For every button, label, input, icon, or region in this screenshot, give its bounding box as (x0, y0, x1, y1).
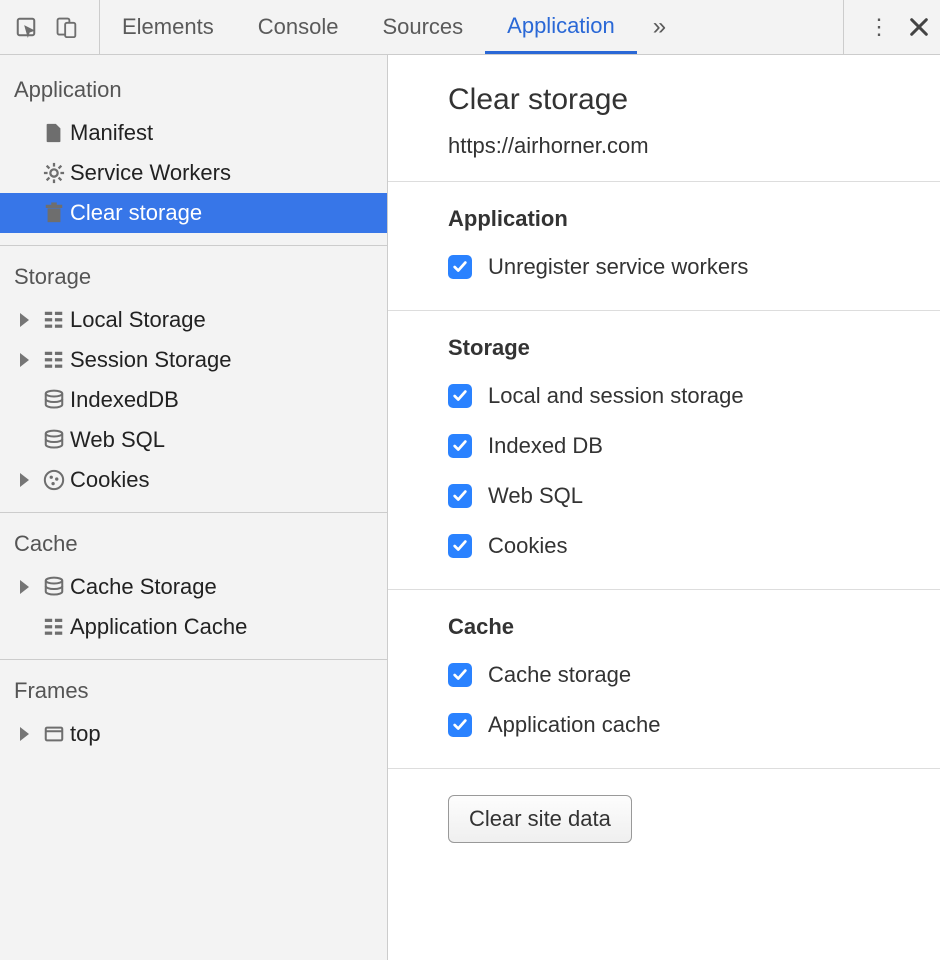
group-title: Cache (448, 614, 940, 640)
sidebar-item-label: Application Cache (70, 614, 247, 640)
check-label: Cookies (488, 533, 567, 559)
grid-icon (38, 349, 70, 371)
panel-title: Clear storage (448, 83, 940, 117)
sidebar-item-label: Web SQL (70, 427, 165, 453)
database-icon (38, 429, 70, 451)
check-web-sql: Web SQL (448, 483, 940, 509)
check-cookies: Cookies (448, 533, 940, 559)
sidebar-item-top-frame[interactable]: top (0, 714, 387, 754)
grid-icon (38, 616, 70, 638)
sidebar-item-cookies[interactable]: Cookies (0, 460, 387, 500)
sidebar-item-label: Local Storage (70, 307, 206, 333)
sidebar-item-label: Session Storage (70, 347, 231, 373)
check-application-cache: Application cache (448, 712, 940, 738)
check-label: Application cache (488, 712, 660, 738)
sidebar-section-cache: Cache (0, 513, 387, 567)
panel-origin: https://airhorner.com (448, 133, 940, 159)
devtools-menu-icon[interactable]: ⋮ (860, 16, 898, 38)
device-toggle-icon[interactable] (55, 16, 77, 38)
sidebar-item-application-cache[interactable]: Application Cache (0, 607, 387, 647)
sidebar-item-manifest[interactable]: Manifest (0, 113, 387, 153)
checkbox[interactable] (448, 484, 472, 508)
check-label: Web SQL (488, 483, 583, 509)
frame-icon (38, 723, 70, 745)
database-icon (38, 389, 70, 411)
checkbox[interactable] (448, 384, 472, 408)
close-devtools-icon[interactable] (908, 16, 930, 38)
checkbox[interactable] (448, 534, 472, 558)
sidebar-item-label: Clear storage (70, 200, 202, 226)
check-label: Unregister service workers (488, 254, 748, 280)
check-label: Local and session storage (488, 383, 744, 409)
sidebar-item-service-workers[interactable]: Service Workers (0, 153, 387, 193)
expand-arrow-icon[interactable] (20, 473, 29, 487)
inspect-element-icon[interactable] (15, 16, 37, 38)
cookie-icon (38, 469, 70, 491)
sidebar-item-label: IndexedDB (70, 387, 179, 413)
check-unregister-service-workers: Unregister service workers (448, 254, 940, 280)
sidebar-item-label: Manifest (70, 120, 153, 146)
group-storage: Storage Local and session storage Indexe… (388, 311, 940, 590)
expand-arrow-icon[interactable] (20, 353, 29, 367)
check-local-session-storage: Local and session storage (448, 383, 940, 409)
sidebar-item-cache-storage[interactable]: Cache Storage (0, 567, 387, 607)
group-title: Application (448, 206, 940, 232)
check-label: Indexed DB (488, 433, 603, 459)
clear-site-data-button[interactable]: Clear site data (448, 795, 632, 843)
sidebar-item-local-storage[interactable]: Local Storage (0, 300, 387, 340)
gear-icon (38, 162, 70, 184)
tabs-overflow-icon[interactable]: » (637, 0, 682, 54)
clear-storage-panel: Clear storage https://airhorner.com Appl… (388, 55, 940, 960)
trash-icon (38, 202, 70, 224)
devtools-toolbar: Elements Console Sources Application » ⋮ (0, 0, 940, 55)
sidebar-item-indexeddb[interactable]: IndexedDB (0, 380, 387, 420)
group-cache: Cache Cache storage Application cache (388, 590, 940, 769)
checkbox[interactable] (448, 434, 472, 458)
group-application: Application Unregister service workers (388, 182, 940, 311)
file-icon (38, 122, 70, 144)
check-indexed-db: Indexed DB (448, 433, 940, 459)
expand-arrow-icon[interactable] (20, 313, 29, 327)
sidebar-section-frames: Frames (0, 660, 387, 714)
sidebar-item-session-storage[interactable]: Session Storage (0, 340, 387, 380)
application-sidebar: Application Manifest Service Workers Cle… (0, 55, 388, 960)
check-label: Cache storage (488, 662, 631, 688)
tab-console[interactable]: Console (236, 0, 361, 54)
checkbox[interactable] (448, 713, 472, 737)
tab-sources[interactable]: Sources (360, 0, 485, 54)
devtools-tabs: Elements Console Sources Application » (100, 0, 843, 54)
database-icon (38, 576, 70, 598)
sidebar-item-clear-storage[interactable]: Clear storage (0, 193, 387, 233)
checkbox[interactable] (448, 663, 472, 687)
expand-arrow-icon[interactable] (20, 727, 29, 741)
sidebar-section-storage: Storage (0, 246, 387, 300)
tab-elements[interactable]: Elements (100, 0, 236, 54)
sidebar-item-websql[interactable]: Web SQL (0, 420, 387, 460)
sidebar-item-label: Cookies (70, 467, 149, 493)
sidebar-item-label: Service Workers (70, 160, 231, 186)
grid-icon (38, 309, 70, 331)
group-title: Storage (448, 335, 940, 361)
sidebar-section-application: Application (0, 59, 387, 113)
checkbox[interactable] (448, 255, 472, 279)
sidebar-item-label: Cache Storage (70, 574, 217, 600)
tab-application[interactable]: Application (485, 0, 637, 54)
check-cache-storage: Cache storage (448, 662, 940, 688)
expand-arrow-icon[interactable] (20, 580, 29, 594)
sidebar-item-label: top (70, 721, 101, 747)
